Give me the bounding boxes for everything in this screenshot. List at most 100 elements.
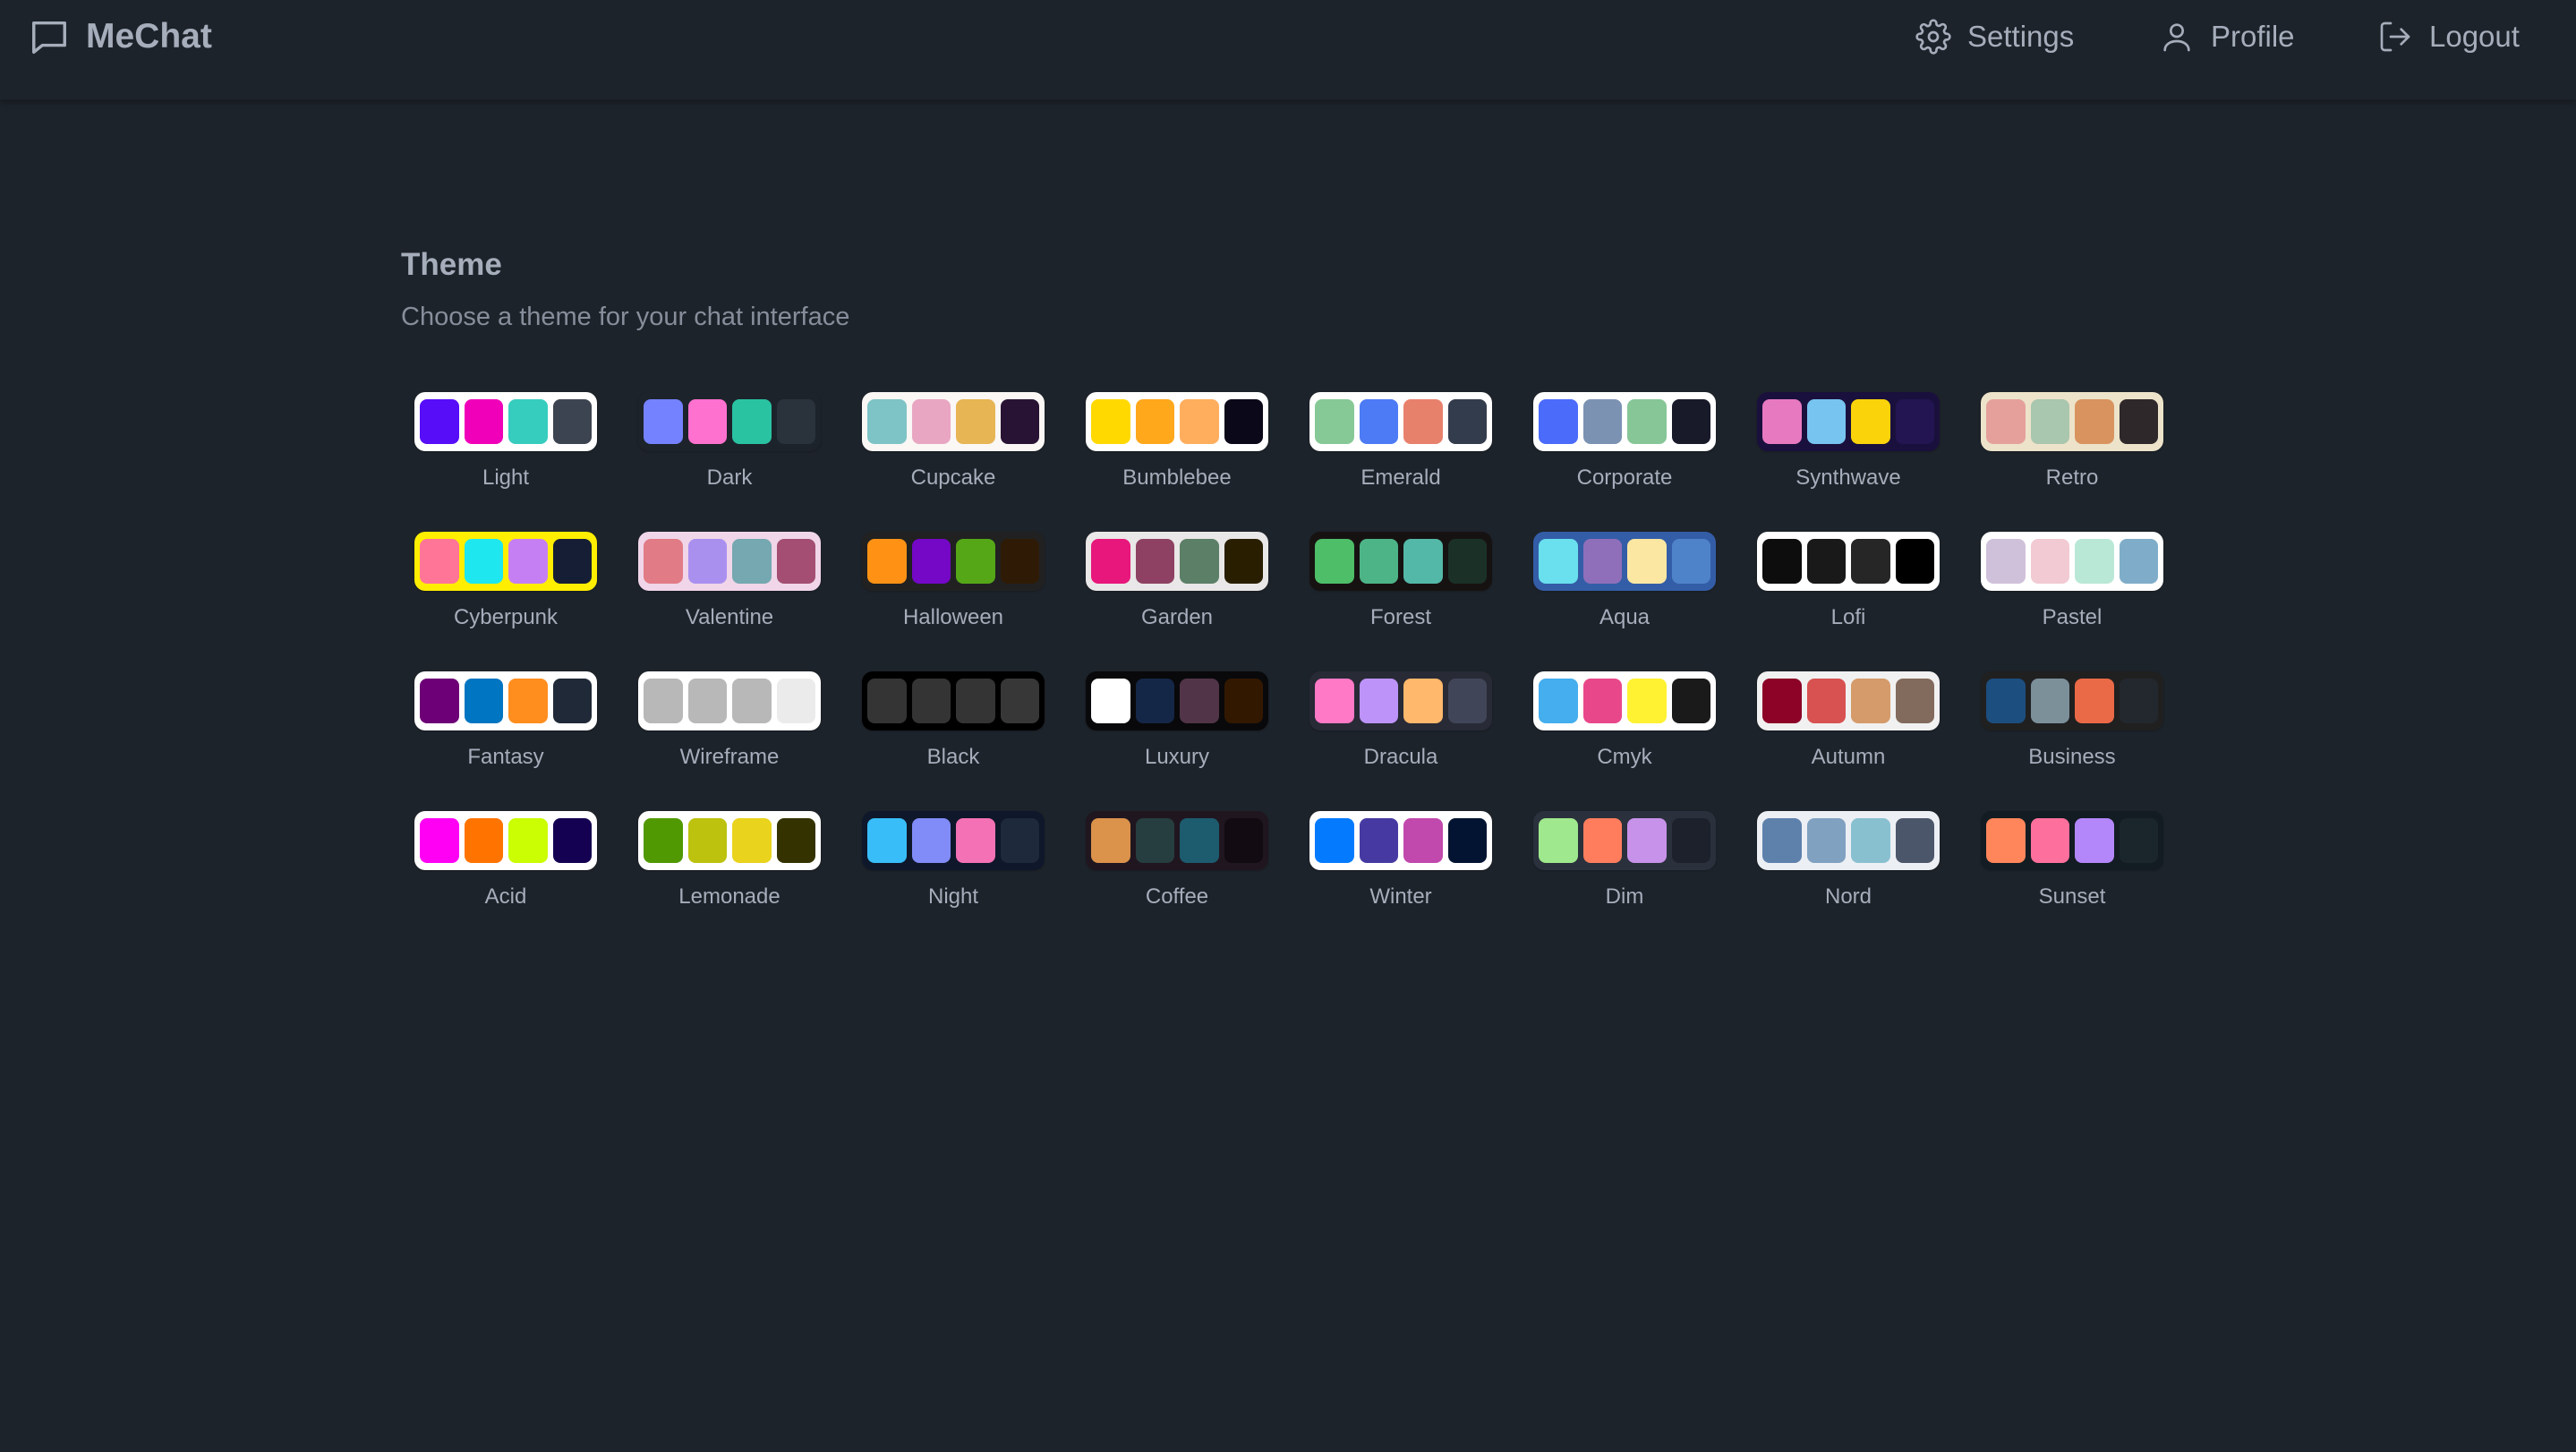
color-chip [1000,818,1039,863]
theme-option-dim[interactable]: Dim [1513,811,1736,951]
theme-option-retro[interactable]: Retro [1960,392,2184,532]
theme-option-winter[interactable]: Winter [1289,811,1513,951]
theme-option-cyberpunk[interactable]: Cyberpunk [394,532,618,671]
color-chip [464,818,503,863]
color-chip [1224,818,1263,863]
theme-option-bumblebee[interactable]: Bumblebee [1065,392,1289,532]
theme-option-forest[interactable]: Forest [1289,532,1513,671]
color-chip [1180,679,1219,723]
theme-option-fantasy[interactable]: Fantasy [394,671,618,811]
theme-option-lemonade[interactable]: Lemonade [618,811,841,951]
theme-swatch [1309,392,1492,451]
theme-name: Forest [1369,605,1431,629]
color-chip [1091,818,1130,863]
theme-option-pastel[interactable]: Pastel [1960,532,2184,671]
color-chip [1000,399,1039,444]
color-chip [1000,539,1039,584]
theme-option-cmyk[interactable]: Cmyk [1513,671,1736,811]
theme-option-sunset[interactable]: Sunset [1960,811,2184,951]
logout-link[interactable]: Logout [2377,13,2520,61]
color-chip [1224,679,1263,723]
color-chip [1180,818,1219,863]
color-chip [1403,679,1443,723]
theme-option-synthwave[interactable]: Synthwave [1736,392,1960,532]
color-chip [1447,679,1487,723]
color-chip [1671,818,1710,863]
theme-option-night[interactable]: Night [841,811,1065,951]
theme-option-luxury[interactable]: Luxury [1065,671,1289,811]
color-chip [1135,679,1174,723]
color-chip [1582,679,1622,723]
theme-name: Halloween [902,605,1004,629]
navbar: MeChat Settings Profile Logout [0,0,2576,100]
color-chip [1091,399,1130,444]
theme-swatch [414,811,597,870]
theme-option-lofi[interactable]: Lofi [1736,532,1960,671]
theme-swatch [1086,532,1268,591]
theme-grid: Light Dark Cupcake Bumblebee Emerald Corporat… [394,392,2184,951]
color-chip [1627,399,1667,444]
theme-option-corporate[interactable]: Corporate [1513,392,1736,532]
color-chip [1359,399,1398,444]
color-chip [1851,539,1890,584]
theme-swatch [1533,671,1716,730]
theme-option-coffee[interactable]: Coffee [1065,811,1289,951]
theme-option-autumn[interactable]: Autumn [1736,671,1960,811]
theme-option-black[interactable]: Black [841,671,1065,811]
color-chip [1359,539,1398,584]
theme-option-nord[interactable]: Nord [1736,811,1960,951]
theme-name: Business [2028,745,2116,769]
color-chip [2075,818,2114,863]
theme-option-business[interactable]: Business [1960,671,2184,811]
theme-swatch [862,811,1045,870]
theme-swatch [414,671,597,730]
theme-option-light[interactable]: Light [394,392,618,532]
color-chip [1851,399,1890,444]
theme-option-dracula[interactable]: Dracula [1289,671,1513,811]
color-chip [1986,399,2026,444]
theme-option-dark[interactable]: Dark [618,392,841,532]
brand-link[interactable]: MeChat [29,13,212,61]
color-chip [2119,399,2158,444]
color-chip [552,539,592,584]
profile-link[interactable]: Profile [2159,13,2295,61]
color-chip [732,679,772,723]
color-chip [2030,399,2069,444]
color-chip [1315,399,1354,444]
theme-option-garden[interactable]: Garden [1065,532,1289,671]
theme-option-valentine[interactable]: Valentine [618,532,841,671]
theme-swatch [1086,671,1268,730]
theme-name: Synthwave [1796,465,1901,490]
color-chip [1539,539,1578,584]
theme-swatch [1309,811,1492,870]
theme-option-emerald[interactable]: Emerald [1289,392,1513,532]
theme-option-cupcake[interactable]: Cupcake [841,392,1065,532]
color-chip [1135,539,1174,584]
theme-option-halloween[interactable]: Halloween [841,532,1065,671]
settings-link[interactable]: Settings [1915,13,2074,61]
theme-swatch [1757,532,1940,591]
theme-swatch [638,532,821,591]
color-chip [1627,539,1667,584]
theme-option-acid[interactable]: Acid [394,811,618,951]
theme-swatch [1757,392,1940,451]
color-chip [776,818,815,863]
color-chip [420,679,459,723]
color-chip [1447,539,1487,584]
color-chip [2075,679,2114,723]
color-chip [867,539,907,584]
color-chip [1671,539,1710,584]
color-chip [1359,679,1398,723]
color-chip [1895,679,1934,723]
theme-option-wireframe[interactable]: Wireframe [618,671,841,811]
color-chip [1806,399,1846,444]
section-title: Theme [401,247,502,282]
color-chip [1224,399,1263,444]
color-chip [1851,679,1890,723]
theme-option-aqua[interactable]: Aqua [1513,532,1736,671]
color-chip [956,818,995,863]
theme-name: Dark [706,465,753,490]
theme-name: Aqua [1599,605,1651,629]
theme-swatch [1309,532,1492,591]
color-chip [956,399,995,444]
